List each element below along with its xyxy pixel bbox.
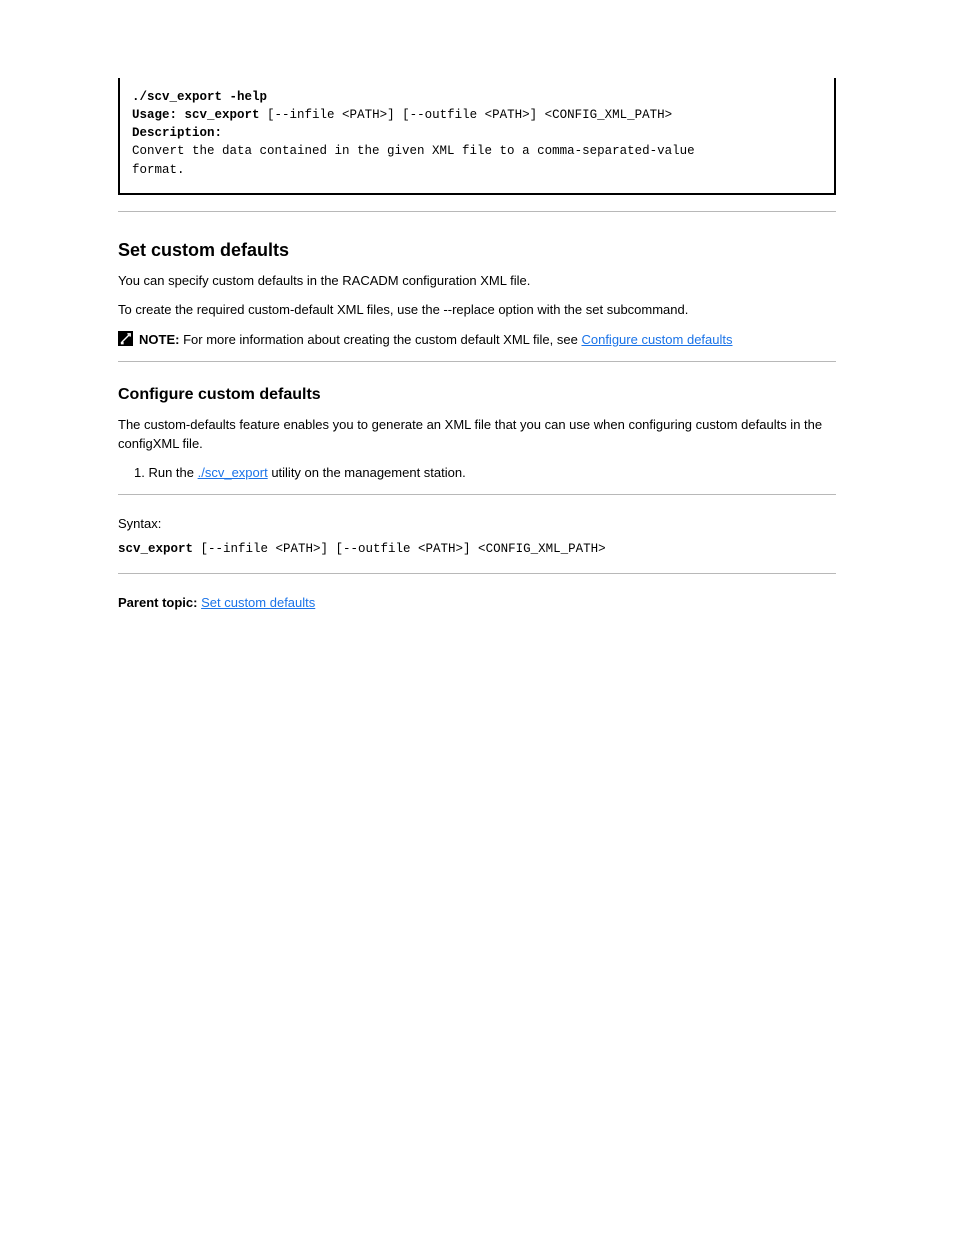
note-body: For more information about creating the …: [183, 332, 581, 347]
section-title-set-custom-defaults: Set custom defaults: [118, 238, 836, 263]
section2-p1: The custom-defaults feature enables you …: [118, 415, 836, 454]
section1-p2: To create the required custom-default XM…: [118, 300, 836, 320]
code-block: ./scv_export -help Usage: scv_export [--…: [118, 78, 836, 195]
note-block: NOTE: For more information about creatin…: [118, 330, 836, 350]
note-link-configure-custom-defaults[interactable]: Configure custom defaults: [581, 332, 732, 347]
step-suffix: utility on the management station.: [268, 465, 466, 480]
syntax-cmd: scv_export: [118, 542, 193, 556]
code-usage-cmd: scv_export: [185, 108, 260, 122]
code-desc-label: Description:: [132, 126, 222, 140]
parent-topic-label: Parent topic:: [118, 595, 197, 610]
divider: [118, 211, 836, 212]
section-title-configure-custom-defaults: Configure custom defaults: [118, 384, 836, 406]
note-icon: [118, 331, 133, 346]
divider: [118, 494, 836, 495]
note-label: NOTE:: [139, 332, 179, 347]
syntax-line: scv_export [--infile <PATH>] [--outfile …: [118, 539, 836, 559]
step-prefix: 1. Run the: [134, 465, 198, 480]
parent-topic: Parent topic: Set custom defaults: [118, 594, 836, 612]
step-code-link[interactable]: ./scv_export: [198, 465, 268, 480]
divider: [118, 361, 836, 362]
parent-topic-link[interactable]: Set custom defaults: [201, 595, 315, 610]
section1-p1: You can specify custom defaults in the R…: [118, 271, 836, 291]
syntax-args: [--infile <PATH>] [--outfile <PATH>] <CO…: [193, 542, 606, 556]
divider: [118, 573, 836, 574]
code-usage-label: Usage:: [132, 108, 177, 122]
step-1: 1. Run the ./scv_export utility on the m…: [118, 464, 836, 482]
code-cmd-label: ./scv_export -help: [132, 90, 267, 104]
code-usage-args: [--infile <PATH>] [--outfile <PATH>] <CO…: [260, 108, 673, 122]
syntax-label: Syntax:: [118, 515, 836, 533]
code-desc-line2: format.: [132, 161, 822, 179]
code-desc-line1: Convert the data contained in the given …: [132, 142, 822, 160]
